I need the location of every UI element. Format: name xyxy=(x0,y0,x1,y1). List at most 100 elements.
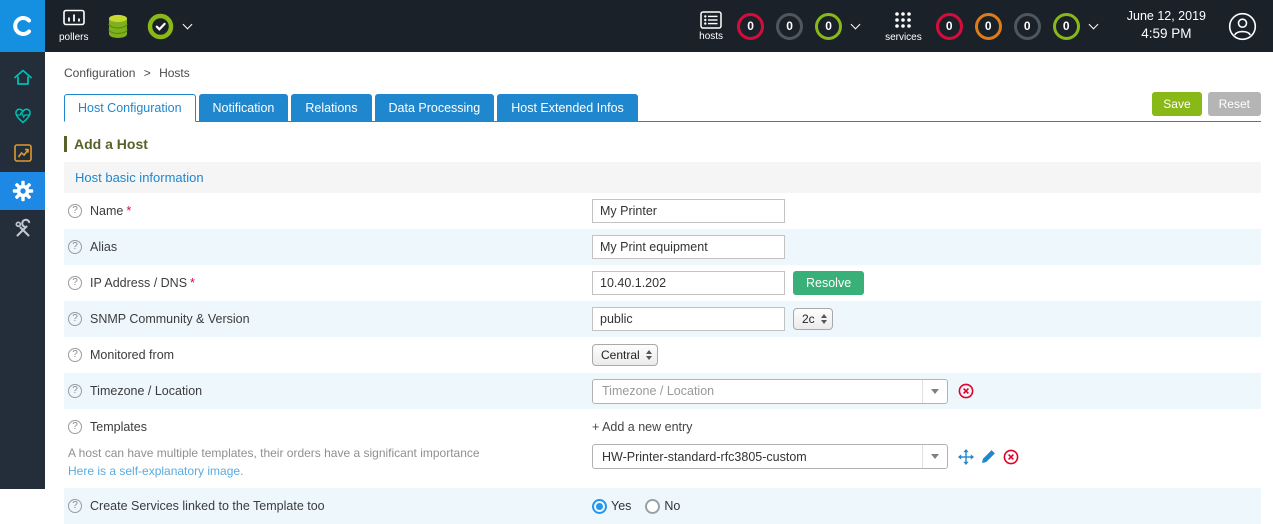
current-date: June 12, 2019 xyxy=(1126,9,1206,24)
services-chevron-icon[interactable] xyxy=(1088,19,1099,30)
services-label: services xyxy=(885,31,922,43)
breadcrumb-hosts[interactable]: Hosts xyxy=(159,66,190,80)
form-row-alias: Alias xyxy=(64,229,1261,266)
resolve-button[interactable]: Resolve xyxy=(793,271,865,296)
no-radio-label[interactable]: No xyxy=(664,499,680,513)
create-services-yes-radio[interactable] xyxy=(592,498,607,514)
template-select-value: HW-Printer-standard-rfc3805-custom xyxy=(602,449,807,464)
breadcrumb: Configuration > Hosts xyxy=(64,66,1273,80)
form-row-field-area: Timezone / Location xyxy=(592,378,974,404)
reset-button[interactable]: Reset xyxy=(1207,92,1261,116)
form-row-label-area: Create Services linked to the Template t… xyxy=(64,499,592,514)
tab-notification[interactable]: Notification xyxy=(198,94,289,121)
hosts-menu[interactable]: hosts xyxy=(699,10,724,42)
reporting-icon xyxy=(13,144,32,162)
services-critical-badge[interactable]: 0 xyxy=(935,12,963,40)
snmp-label: SNMP Community & Version xyxy=(90,312,250,327)
tab-data-processing[interactable]: Data Processing xyxy=(374,94,495,121)
topbar: pollers hosts 0 0 0 services 0 0 0 0 Jun… xyxy=(0,0,1273,52)
alias-input[interactable] xyxy=(592,235,785,260)
monitored-from-value: Central xyxy=(601,348,640,363)
services-ok-badge[interactable]: 0 xyxy=(1052,12,1080,40)
name-label: Name xyxy=(90,204,124,219)
help-icon[interactable] xyxy=(68,348,82,363)
snmp-community-input[interactable] xyxy=(592,307,785,332)
tab-relations[interactable]: Relations xyxy=(291,94,372,121)
create-services-label: Create Services linked to the Template t… xyxy=(90,499,325,514)
breadcrumb-configuration[interactable]: Configuration xyxy=(64,66,135,80)
user-menu[interactable] xyxy=(1228,12,1257,41)
monitoring-icon xyxy=(14,108,31,124)
section-header-host-basic-information: Host basic information xyxy=(64,162,1261,194)
yes-radio-label[interactable]: Yes xyxy=(611,499,631,513)
services-warning-badge[interactable]: 0 xyxy=(974,12,1002,40)
sidebar-item-administration[interactable] xyxy=(0,210,45,248)
alias-label: Alias xyxy=(90,240,118,255)
template-move-button[interactable] xyxy=(958,448,974,465)
delete-circle-icon xyxy=(1003,449,1019,464)
form-row-ip-address: IP Address / DNS * Resolve xyxy=(64,265,1261,301)
monitored-from-select[interactable]: Central xyxy=(592,344,658,367)
templates-note-link[interactable]: Here is a self-explanatory image. xyxy=(68,464,243,478)
hosts-up-badge[interactable]: 0 xyxy=(815,12,843,40)
form-row-field-area: Yes No xyxy=(592,498,694,514)
snmp-version-select[interactable]: 2c xyxy=(793,308,833,331)
select-spinner-icon xyxy=(820,314,827,325)
sidebar-item-reporting[interactable] xyxy=(0,134,45,172)
templates-header-line: Templates + Add a new entry xyxy=(64,414,1261,439)
template-delete-button[interactable] xyxy=(1003,449,1019,465)
host-form: Name * Alias IP Address / DNS * xyxy=(64,193,1261,524)
add-template-entry-link[interactable]: + Add a new entry xyxy=(592,420,692,434)
required-asterisk: * xyxy=(126,204,132,219)
sidebar-item-home[interactable] xyxy=(0,58,45,96)
form-row-snmp: SNMP Community & Version 2c xyxy=(64,301,1261,338)
sidebar-item-configuration[interactable] xyxy=(0,172,45,210)
ip-address-input[interactable] xyxy=(592,271,785,296)
help-icon[interactable] xyxy=(68,384,82,399)
hosts-chevron-icon[interactable] xyxy=(850,19,861,30)
form-row-label-area: Alias xyxy=(64,240,592,255)
services-unknown-badge[interactable]: 0 xyxy=(1013,12,1041,40)
platform-status[interactable] xyxy=(146,12,175,41)
pollers-menu[interactable]: pollers xyxy=(59,9,88,43)
page-title: Add a Host xyxy=(64,136,1273,153)
help-icon[interactable] xyxy=(68,419,82,434)
hosts-down-badge[interactable]: 0 xyxy=(737,12,765,40)
tab-host-extended-infos[interactable]: Host Extended Infos xyxy=(497,94,638,121)
form-row-label-area: IP Address / DNS * xyxy=(64,276,592,291)
form-row-label-area: Timezone / Location xyxy=(64,384,592,399)
current-time: 4:59 PM xyxy=(1141,26,1192,42)
platform-status-chevron-icon[interactable] xyxy=(183,19,193,30)
sidebar xyxy=(0,52,45,489)
help-icon[interactable] xyxy=(68,499,82,514)
delete-circle-icon xyxy=(958,383,974,399)
help-icon[interactable] xyxy=(68,276,82,291)
form-row-label-area: Name * xyxy=(64,204,592,219)
hosts-unreachable-badge[interactable]: 0 xyxy=(776,12,804,40)
form-row-label-area: SNMP Community & Version xyxy=(64,312,592,327)
help-icon[interactable] xyxy=(68,204,82,219)
timezone-clear-button[interactable] xyxy=(958,383,974,399)
centreon-logo[interactable] xyxy=(0,0,45,52)
help-icon[interactable] xyxy=(68,240,82,255)
template-select[interactable]: HW-Printer-standard-rfc3805-custom xyxy=(592,444,948,470)
status-ok-icon xyxy=(148,13,174,39)
move-icon xyxy=(958,448,974,465)
save-button[interactable]: Save xyxy=(1152,92,1202,116)
tab-host-configuration[interactable]: Host Configuration xyxy=(64,94,196,122)
templates-detail-line: A host can have multiple templates, thei… xyxy=(64,444,1261,480)
template-edit-button[interactable] xyxy=(981,449,996,464)
form-row-monitored-from: Monitored from Central xyxy=(64,337,1261,373)
administration-tools-icon xyxy=(15,218,30,237)
name-input[interactable] xyxy=(592,199,785,224)
ip-address-label: IP Address / DNS xyxy=(90,276,188,291)
database-status[interactable] xyxy=(106,13,130,40)
sidebar-item-monitoring[interactable] xyxy=(0,96,45,134)
help-icon[interactable] xyxy=(68,312,82,327)
host-status-badges: 0 0 0 xyxy=(737,12,843,40)
create-services-no-radio[interactable] xyxy=(645,498,661,514)
service-status-badges: 0 0 0 0 xyxy=(935,12,1080,40)
timezone-select[interactable]: Timezone / Location xyxy=(592,378,948,404)
services-menu[interactable]: services xyxy=(885,10,922,43)
hosts-label: hosts xyxy=(699,30,724,42)
